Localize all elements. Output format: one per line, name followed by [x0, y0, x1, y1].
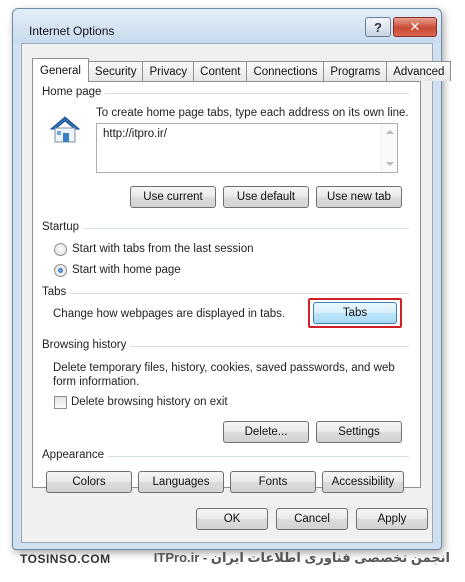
close-icon: ✕: [409, 19, 421, 34]
general-tab-panel: Home page To create home page tabs, type…: [32, 81, 421, 493]
home-page-url-scrollbar[interactable]: [381, 124, 397, 172]
startup-last-session-radio[interactable]: [54, 243, 67, 256]
ok-button[interactable]: OK: [196, 508, 268, 530]
browsing-history-group-label: Browsing history: [42, 339, 131, 351]
startup-group-line: [43, 228, 409, 229]
delete-history-button[interactable]: Delete...: [223, 421, 309, 443]
tab-programs[interactable]: Programs: [323, 61, 388, 81]
startup-last-session-label[interactable]: Start with tabs from the last session: [72, 242, 254, 256]
apply-button[interactable]: Apply: [356, 508, 428, 530]
internet-options-dialog: Internet Options ? ✕ General Security Pr…: [12, 8, 452, 550]
history-settings-button[interactable]: Settings: [316, 421, 402, 443]
window-title: Internet Options: [29, 24, 115, 38]
watermark-right: انجمن تخصصی فناوری اطلاعات ایران - ITPro…: [153, 550, 450, 565]
browsing-history-description-line2: form information.: [53, 376, 140, 388]
tab-connections[interactable]: Connections: [246, 61, 325, 81]
tab-strip: General Security Privacy Content Connect…: [32, 58, 452, 82]
delete-history-on-exit-label[interactable]: Delete browsing history on exit: [71, 395, 228, 409]
dialog-client-area: General Security Privacy Content Connect…: [21, 43, 452, 543]
tabs-description: Change how webpages are displayed in tab…: [53, 308, 286, 320]
languages-button[interactable]: Languages: [138, 471, 224, 493]
house-icon: [49, 116, 81, 143]
cancel-button[interactable]: Cancel: [276, 508, 348, 530]
tabs-settings-button[interactable]: Tabs: [313, 302, 397, 324]
tab-advanced[interactable]: Advanced: [386, 61, 452, 81]
close-button[interactable]: ✕: [393, 17, 437, 37]
tab-general[interactable]: General: [32, 58, 89, 82]
tabs-group-label: Tabs: [42, 286, 71, 298]
scroll-down-icon: [386, 162, 394, 166]
watermark: TOSINSO.COM انجمن تخصصی فناوری اطلاعات ا…: [20, 548, 450, 572]
fonts-button[interactable]: Fonts: [230, 471, 316, 493]
accessibility-button[interactable]: Accessibility: [322, 471, 404, 493]
home-page-url-value: http://itpro.ir/: [103, 128, 167, 140]
use-default-button[interactable]: Use default: [223, 186, 309, 208]
tab-privacy[interactable]: Privacy: [142, 61, 195, 81]
use-current-button[interactable]: Use current: [130, 186, 216, 208]
tabs-group-line: [43, 293, 409, 294]
title-bar[interactable]: Internet Options ? ✕: [13, 9, 441, 43]
startup-group-label: Startup: [42, 221, 84, 233]
appearance-group-label: Appearance: [42, 449, 109, 461]
delete-history-on-exit-checkbox[interactable]: [54, 396, 67, 409]
browsing-history-description-line1: Delete temporary files, history, cookies…: [53, 362, 395, 374]
startup-home-page-radio[interactable]: [54, 264, 67, 277]
use-new-tab-button[interactable]: Use new tab: [316, 186, 402, 208]
home-page-group-label: Home page: [42, 86, 106, 98]
scroll-up-icon: [386, 130, 394, 134]
startup-home-page-label[interactable]: Start with home page: [72, 263, 181, 277]
tab-security[interactable]: Security: [87, 61, 144, 81]
home-page-instruction: To create home page tabs, type each addr…: [96, 107, 409, 119]
watermark-left: TOSINSO.COM: [20, 552, 111, 566]
colors-button[interactable]: Colors: [46, 471, 132, 493]
tab-content[interactable]: Content: [193, 61, 248, 81]
help-button[interactable]: ?: [365, 17, 391, 37]
home-page-url-input[interactable]: http://itpro.ir/: [96, 123, 398, 173]
